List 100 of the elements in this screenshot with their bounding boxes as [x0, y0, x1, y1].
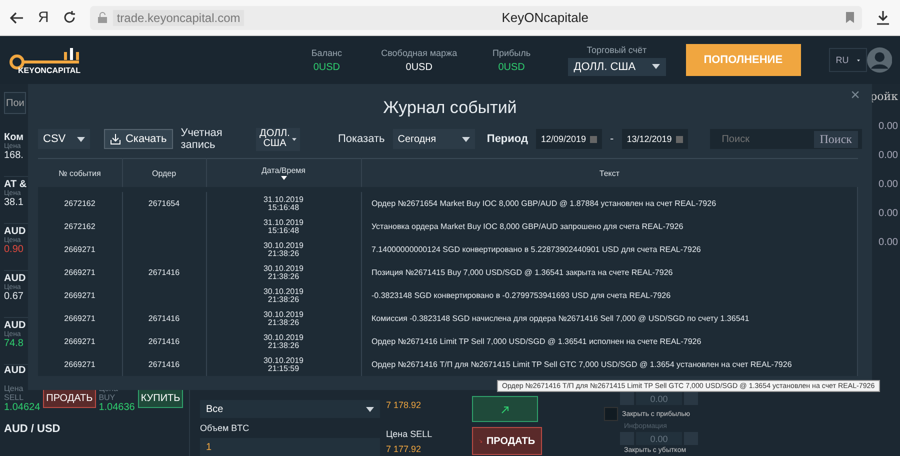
table-cell: 2669271 [38, 307, 122, 330]
date-from-field[interactable]: 12/09/2019 [536, 129, 602, 149]
caret-icon [366, 406, 374, 412]
account-label: Торговый счёт [586, 44, 647, 54]
instrument-name[interactable]: AUD [4, 320, 26, 331]
table-cell: 30.10.2019 21:38:26 [206, 284, 361, 307]
search-button[interactable]: Поиск [814, 130, 858, 148]
table-cell: 2671416 [122, 307, 206, 330]
caret-icon [77, 136, 86, 142]
volume-input[interactable]: 1 [200, 438, 380, 456]
stat-label: Прибыль [492, 48, 531, 58]
table-cell: 2671416 [122, 261, 206, 284]
table-cell: Ордер №2671416 Т/П для №2671415 Limit TP Sell GTC 7,000 USD/SGD @ 1.3654 установлен на счет REAL-7926 [361, 353, 858, 376]
page-title: KeyONcapitale [500, 10, 590, 25]
buy-price: 7 178.92 [386, 400, 422, 410]
table-cell: 30.10.2019 21:38:26 [206, 261, 361, 284]
instrument-name[interactable]: AT & [4, 179, 27, 190]
logo-text: KEYONCAPITAL [18, 66, 82, 74]
instrument-name[interactable]: Ком [4, 132, 24, 143]
user-avatar-icon[interactable] [866, 47, 892, 73]
table-cell: 2669271 [38, 353, 122, 376]
download-icon[interactable] [876, 10, 890, 24]
reload-icon[interactable] [62, 11, 76, 24]
table-cell: 30.10.2019 21:15:59 [206, 353, 361, 376]
format-select[interactable]: CSV [38, 129, 90, 149]
close-button[interactable]: × [844, 86, 866, 106]
filter-select[interactable]: Все [200, 400, 380, 418]
caret-icon [292, 136, 297, 142]
table-cell: Позиция №2671415 Buy 7,000 USD/SGD @ 1.36541 закрыта на счете REAL-7926 [361, 261, 858, 284]
take-profit-field[interactable]: 0.00 [636, 392, 682, 405]
lock-icon [98, 12, 107, 23]
table-cell: -0.3823148 SGD конвертировано в -0.2799753941693 USD для счета REAL-7926 [361, 284, 858, 307]
sell-button[interactable]: ПРОДАТЬ [472, 427, 542, 455]
table-cell: 2669271 [38, 284, 122, 307]
buy-button[interactable]: КУПИТЬ [138, 389, 184, 408]
show-label: Показать [338, 133, 385, 145]
price-label: Цена SELL [4, 384, 25, 402]
caret-icon [462, 136, 470, 142]
sell-button[interactable]: ПРОДАТЬ [43, 389, 96, 408]
download-icon [110, 134, 122, 144]
table-cell: 2669271 [38, 261, 122, 284]
show-select[interactable]: Сегодня [392, 129, 475, 149]
table-cell: 30.10.2019 21:38:26 [206, 238, 361, 261]
table-cell: 2671416 [122, 353, 206, 376]
stat-value: 0USD [406, 62, 432, 72]
search-field[interactable]: Поиск Поиск [710, 129, 862, 149]
instrument-name[interactable]: AUD / USD [4, 423, 60, 435]
buy-price: 1.04636 [98, 402, 135, 413]
table-cell: Комиссия -0.3823148 SGD начислена для ордера №2671416 Sell 7,000 @ USD/SGD по счету 1.36541 [361, 307, 858, 330]
table-cell: Установка ордера Market Buy IOC 8,000 GBP/AUD запрошено для счета REAL-7926 [361, 215, 858, 238]
table-cell: 30.10.2019 21:38:26 [206, 330, 361, 353]
instrument-price: 38.1 [4, 197, 24, 208]
account-label: Учетная запись [180, 127, 224, 151]
value-text: 0.00 [878, 121, 898, 132]
value-text: 0.00 [878, 208, 898, 219]
date-to-field[interactable]: 13/12/2019 [622, 129, 688, 149]
instrument-name[interactable]: AUD [4, 273, 26, 284]
back-arrow-icon[interactable] [10, 12, 24, 24]
buy-button[interactable] [472, 396, 538, 422]
instrument-name[interactable]: AUD [4, 365, 26, 376]
stat-label: Свободная маржа [381, 48, 458, 58]
value-text: 0.00 [878, 237, 898, 248]
table-cell: 2671416 [122, 330, 206, 353]
checkbox[interactable] [604, 407, 618, 421]
download-button[interactable]: Скачать [104, 129, 173, 149]
bookmark-icon[interactable] [846, 12, 854, 23]
volume-label: Объем BTC [200, 423, 250, 433]
caret-icon [652, 64, 660, 69]
account-select[interactable]: ДОЛЛ. США [568, 58, 666, 76]
language-select[interactable]: RU [828, 48, 867, 72]
instrument-name[interactable]: AUD [4, 226, 26, 237]
dialog-title: Журнал событий [382, 98, 518, 118]
instrument-price: 168. [4, 150, 24, 161]
table-cell: 30.10.2019 21:38:26 [206, 307, 361, 330]
table-cell: 2669271 [38, 330, 122, 353]
instrument-price: 0.90 [4, 244, 24, 255]
account-select[interactable]: ДОЛЛ. США [256, 128, 300, 150]
value-text: 0.00 [878, 150, 898, 161]
table-cell: Ордер №2671654 Market Buy IOC 8,000 GBP/AUD @ 1.87884 установлен на счет REAL-7926 [361, 192, 858, 215]
browser-logo[interactable]: Я [38, 9, 49, 26]
sort-arrow-icon [280, 176, 286, 180]
table-cell: 2671654 [122, 192, 206, 215]
instrument-price: 74.8 [4, 338, 24, 349]
stop-loss-field[interactable]: 0.00 [636, 432, 682, 445]
stat-value: 0USD [498, 62, 525, 72]
instrument-price: 0.67 [4, 291, 24, 302]
url-text: trade.keyoncapital.com [112, 10, 244, 26]
search-field[interactable]: Пои [4, 92, 26, 114]
stat-value: 0USD [313, 62, 340, 72]
sell-price: 1.04624 [4, 402, 40, 413]
table-cell: 31.10.2019 15:16:48 [206, 192, 361, 215]
table-cell: 7.14000000000124 SGD конвертировано в 5.22873902440901 USD для счета REAL-7926 [361, 238, 858, 261]
table-cell: 31.10.2019 15:16:48 [206, 215, 361, 238]
table-cell: Ордер №2671416 Limit TP Sell 7,000 USD/SGD @ 1.36541 исполнен на счете REAL-7926 [361, 330, 858, 353]
down-arrow-icon [479, 437, 482, 445]
table-cell: 2672162 [38, 192, 122, 215]
address-bar[interactable]: trade.keyoncapital.com KeyONcapitale [90, 6, 862, 30]
sell-price: 7 177.92 [386, 444, 422, 454]
up-arrow-icon [501, 406, 509, 414]
value-text: 0.00 [878, 179, 898, 190]
